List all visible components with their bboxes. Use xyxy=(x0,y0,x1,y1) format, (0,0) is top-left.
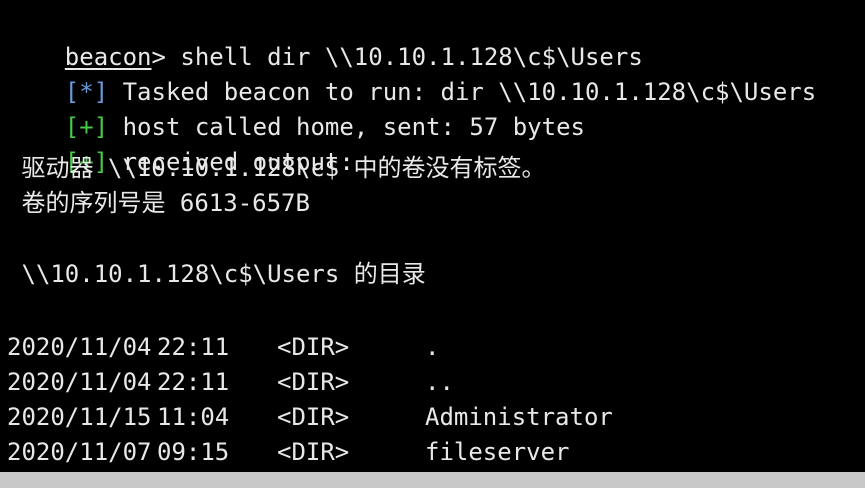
directory-entry: 2020/11/07 09:15 <DIR> fileserver xyxy=(7,437,857,467)
entry-name: fileserver xyxy=(425,438,570,466)
entry-type: <DIR> xyxy=(277,403,350,431)
entry-time: 11:04 xyxy=(157,403,230,431)
entry-name: Administrator xyxy=(425,403,613,431)
entry-name: . xyxy=(425,333,440,361)
entry-time: 22:11 xyxy=(157,368,230,396)
entry-date: 2020/11/04 xyxy=(7,368,152,396)
entry-type: <DIR> xyxy=(277,438,350,466)
directory-entry: 2020/11/15 11:04 <DIR> Administrator xyxy=(7,402,857,432)
directory-of-line: \\10.10.1.128\c$\Users 的目录 xyxy=(7,260,426,288)
directory-entry: 2020/11/04 22:11 <DIR> . xyxy=(7,332,857,362)
entry-date: 2020/11/07 xyxy=(7,438,152,466)
directory-entry: 2020/11/04 22:11 <DIR> .. xyxy=(7,367,857,397)
entry-time: 22:11 xyxy=(157,333,230,361)
entry-date: 2020/11/04 xyxy=(7,333,152,361)
command-line: beacon> shell dir \\10.10.1.128\c$\Users xyxy=(7,12,643,71)
horizontal-scrollbar[interactable] xyxy=(0,472,865,488)
entry-type: <DIR> xyxy=(277,368,350,396)
message-host-called-home: [+] host called home, sent: 57 bytes xyxy=(7,82,585,141)
message-received-output: [+] received output: xyxy=(7,117,354,176)
message-tasked: [*] Tasked beacon to run: dir \\10.10.1.… xyxy=(7,47,816,106)
entry-name: .. xyxy=(425,368,454,396)
beacon-console[interactable]: beacon> shell dir \\10.10.1.128\c$\Users… xyxy=(0,0,865,488)
volume-serial-line: 卷的序列号是 6613-657B xyxy=(7,189,310,217)
entry-date: 2020/11/15 xyxy=(7,403,152,431)
volume-label-line: 驱动器 \\10.10.1.128\c$ 中的卷没有标签。 xyxy=(7,154,546,182)
entry-time: 09:15 xyxy=(157,438,230,466)
entry-type: <DIR> xyxy=(277,333,350,361)
